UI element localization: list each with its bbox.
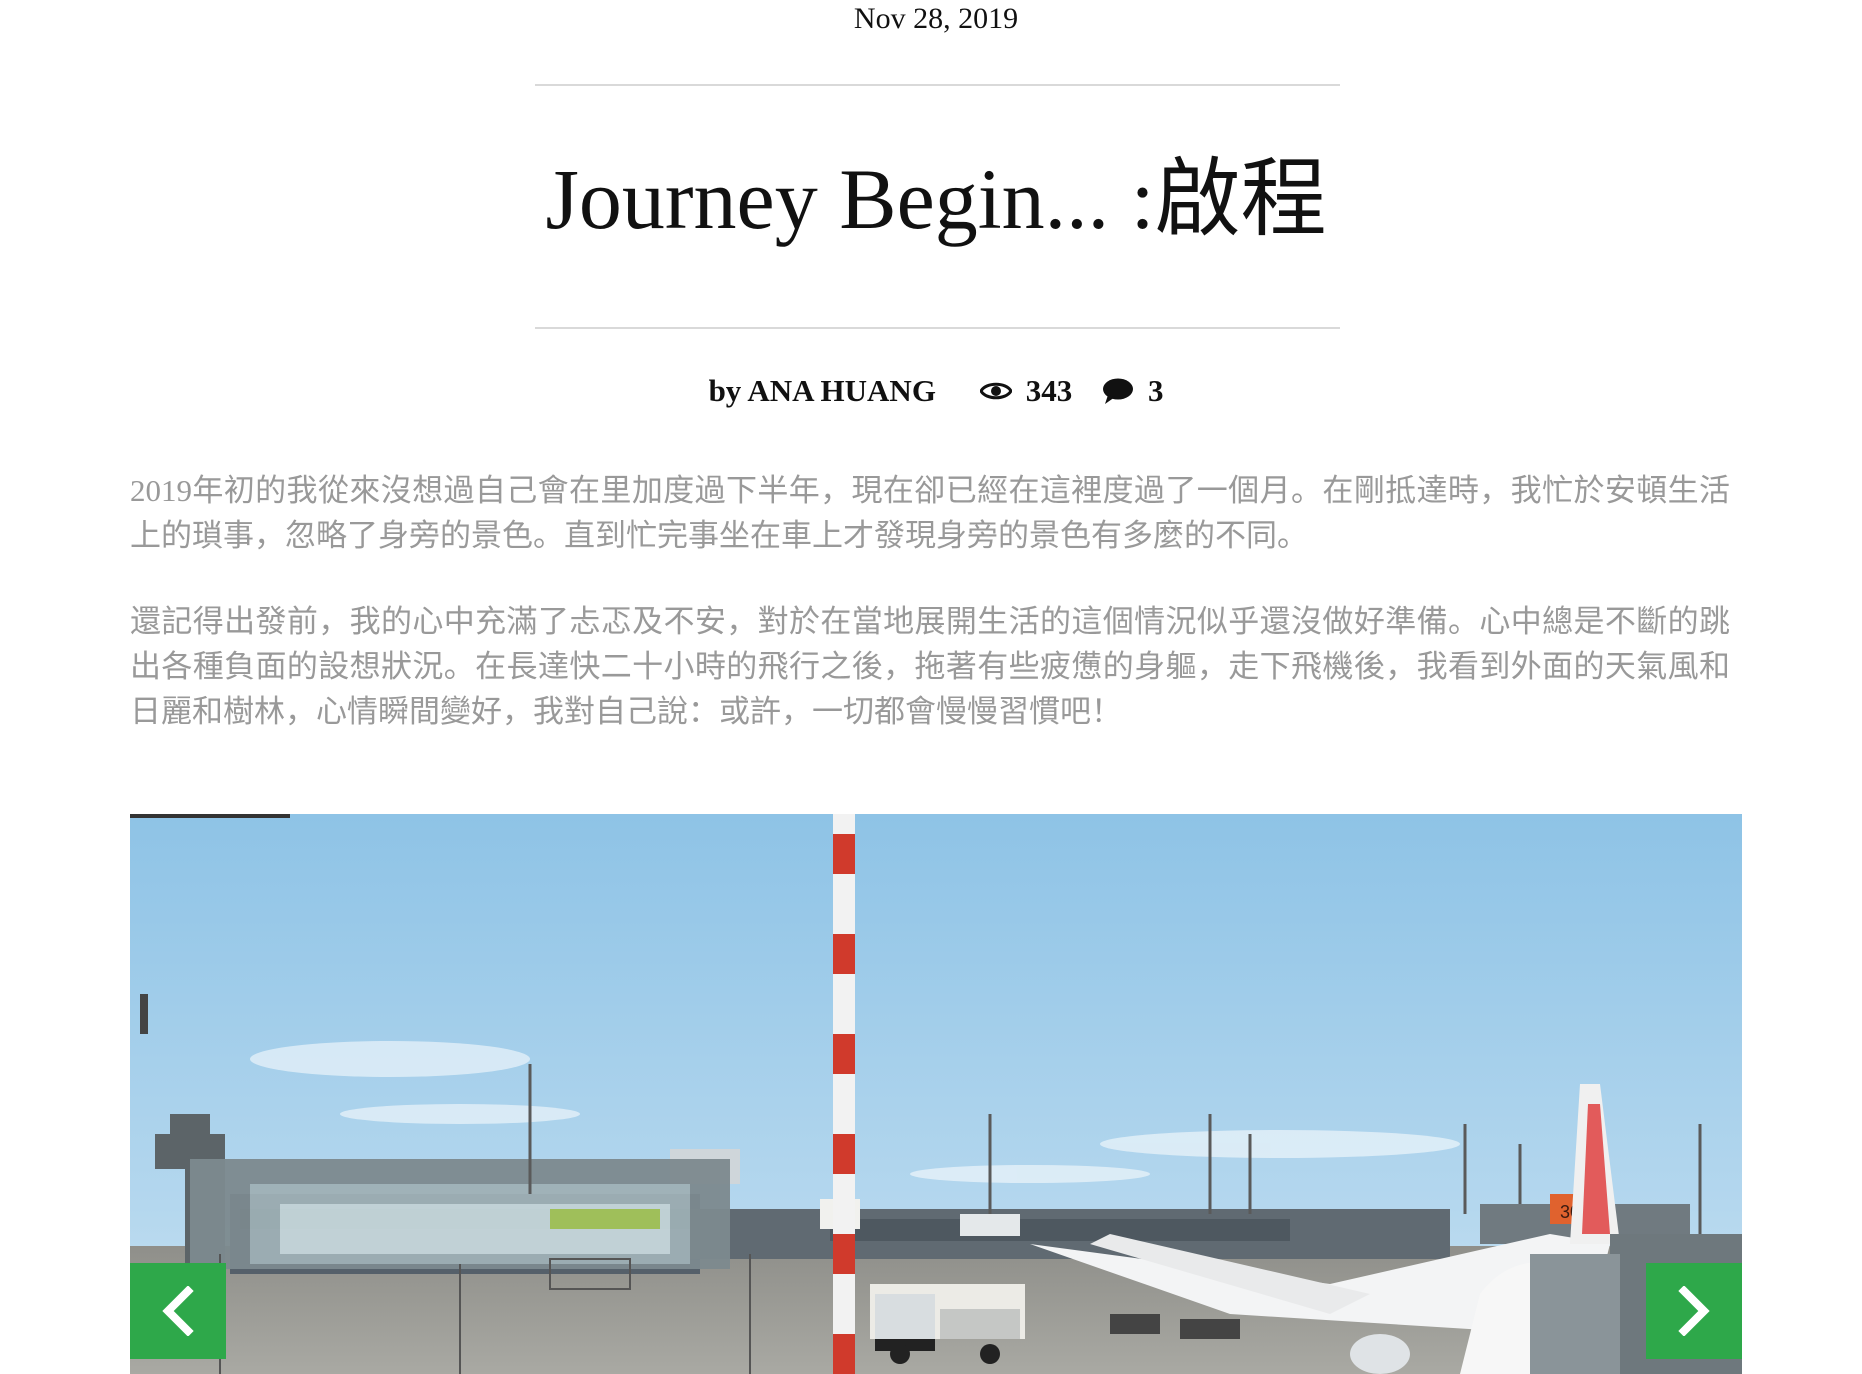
chevron-left-icon <box>162 1286 194 1336</box>
view-count-value: 343 <box>1025 372 1073 408</box>
divider-top <box>535 84 1340 86</box>
image-slider: 307 <box>130 814 1742 1374</box>
slider-prev-button[interactable] <box>130 1263 226 1359</box>
chevron-right-icon <box>1678 1286 1710 1336</box>
slider-next-button[interactable] <box>1646 1263 1742 1359</box>
divider-bottom <box>535 327 1340 329</box>
comment-count-value: 3 <box>1147 372 1164 408</box>
post-date: Nov 28, 2019 <box>853 2 1019 35</box>
post-meta: by ANA HUANG 343 3 <box>0 370 1862 409</box>
post-author[interactable]: by ANA HUANG <box>709 373 936 409</box>
comment-icon <box>1102 378 1133 404</box>
post-title: Journey Begin... :啟程 <box>545 151 1327 247</box>
blog-post-page: Nov 28, 2019 Journey Begin... :啟程 by ANA… <box>0 0 1862 1374</box>
eye-icon <box>979 382 1012 400</box>
comment-count[interactable]: 3 <box>1102 372 1164 409</box>
post-body: 2019年初的我從來沒想過自己會在里加度過下半年，現在卻已經在這裡度過了一個月。… <box>130 468 1730 775</box>
view-count: 343 <box>979 372 1073 409</box>
airport-apron-photo: 307 <box>130 814 1742 1374</box>
post-paragraph: 2019年初的我從來沒想過自己會在里加度過下半年，現在卻已經在這裡度過了一個月。… <box>130 473 1730 553</box>
post-paragraph: 還記得出發前，我的心中充滿了忐忑及不安，對於在當地展開生活的這個情況似乎還沒做好… <box>130 604 1730 729</box>
